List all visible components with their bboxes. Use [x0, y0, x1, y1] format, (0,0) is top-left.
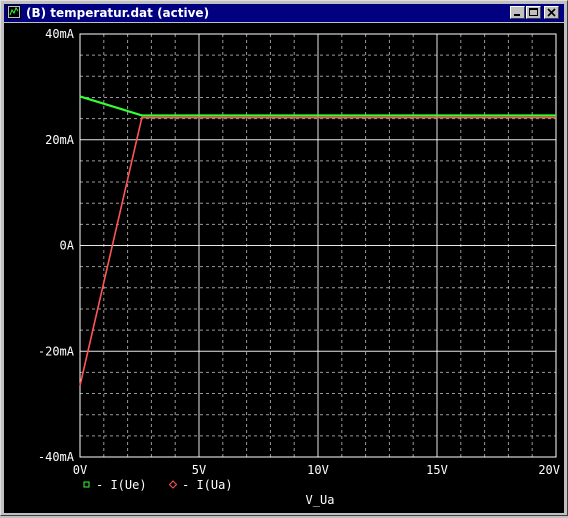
- app-icon: [7, 5, 21, 19]
- window-title: (B) temperatur.dat (active): [26, 6, 210, 20]
- x-tick-label: 5V: [192, 463, 206, 477]
- title-bar[interactable]: (B) temperatur.dat (active): [4, 4, 564, 22]
- x-tick-label: 0V: [73, 463, 87, 477]
- x-tick-labels: 0V 5V 10V 15V 20V: [73, 463, 560, 477]
- y-tick-label: 40mA: [45, 27, 75, 41]
- legend-marker-square: [83, 481, 90, 488]
- close-button[interactable]: [544, 6, 559, 19]
- minimize-icon: [514, 14, 520, 16]
- probe-window: (B) temperatur.dat (active) 40mA 20mA 0A -2…: [0, 0, 568, 516]
- legend-label: - I(Ua): [182, 478, 233, 492]
- minimize-button[interactable]: [510, 6, 525, 19]
- y-tick-labels: 40mA 20mA 0A -20mA -40mA: [38, 27, 75, 464]
- x-tick-label: 10V: [307, 463, 329, 477]
- plot-area[interactable]: 40mA 20mA 0A -20mA -40mA 0V 5V 10V 15V 20V - I(U…: [4, 23, 564, 513]
- y-tick-label: 20mA: [45, 133, 75, 147]
- grid: [80, 34, 556, 457]
- x-tick-label: 20V: [538, 463, 560, 477]
- legend-label: - I(Ue): [96, 478, 147, 492]
- legend: - I(Ue) - I(Ua): [83, 478, 233, 492]
- maximize-button[interactable]: [526, 6, 541, 19]
- close-icon: [547, 8, 556, 17]
- maximize-icon: [529, 8, 538, 16]
- y-tick-label: -40mA: [38, 450, 75, 464]
- chart-svg: 40mA 20mA 0A -20mA -40mA 0V 5V 10V 15V 20V - I(U…: [38, 27, 560, 507]
- y-tick-label: 0A: [60, 239, 75, 253]
- x-tick-label: 15V: [426, 463, 448, 477]
- y-tick-label: -20mA: [38, 344, 75, 358]
- legend-marker-diamond: [168, 480, 178, 489]
- x-axis-label: V_Ua: [306, 493, 335, 507]
